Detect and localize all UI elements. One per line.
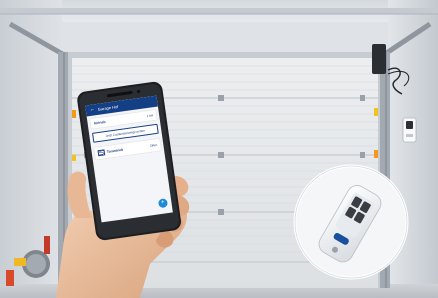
ceiling-beam [0, 8, 438, 14]
door-icon [97, 149, 106, 157]
garage-scene [0, 0, 438, 298]
plus-icon[interactable]: + [157, 198, 169, 209]
remote-inset [293, 164, 409, 280]
app-title: Garage Hof [97, 104, 119, 112]
wall-button-icon [402, 117, 417, 143]
device-value: 1 bei [146, 113, 154, 119]
door-card[interactable]: Torantrieb Offen [94, 138, 162, 160]
back-arrow-icon[interactable]: ← [89, 104, 95, 116]
door-state: Offen [149, 142, 158, 148]
door-name: Torantrieb [106, 147, 124, 155]
device-name: Antrieb [93, 119, 106, 126]
